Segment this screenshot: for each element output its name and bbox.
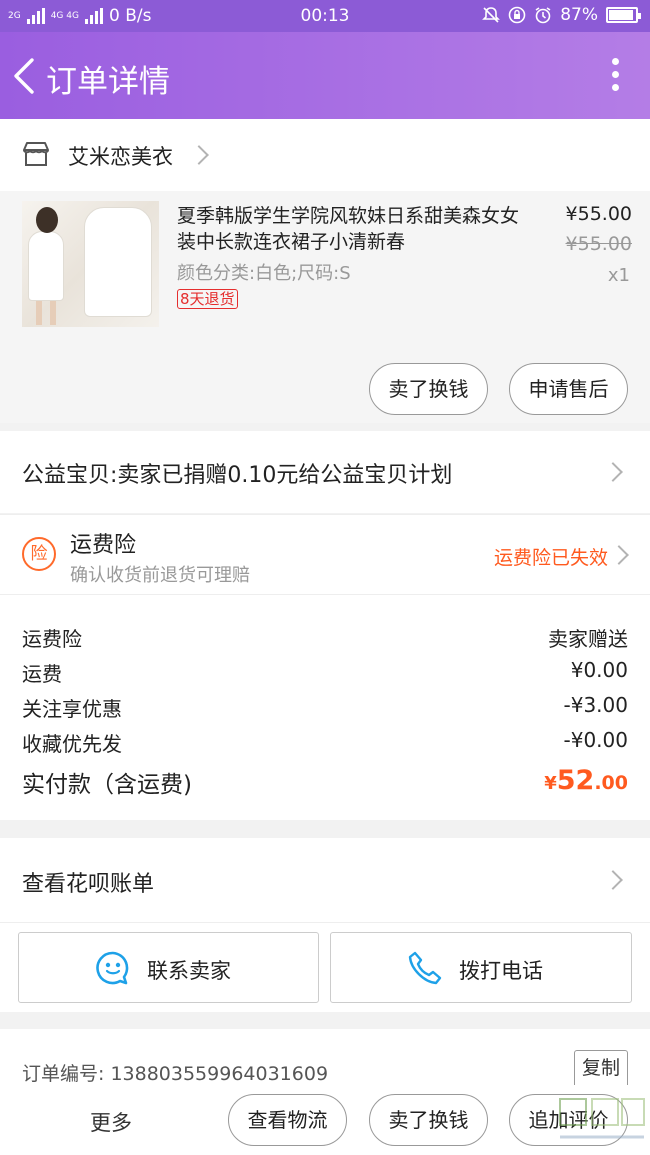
- call-label: 拨打电话: [459, 959, 543, 983]
- fee-summary: 运费险 卖家赠送 运费 ¥0.00 关注享优惠 -¥3.00 收藏优先发 -¥0…: [0, 594, 650, 820]
- contact-actions: 联系卖家 拨打电话: [0, 922, 650, 1012]
- product-quantity: x1: [607, 265, 630, 286]
- battery-icon: [606, 7, 641, 23]
- call-button[interactable]: 拨打电话: [330, 932, 632, 1003]
- more-menu-icon[interactable]: [610, 58, 620, 94]
- product-spec: 颜色分类:白色;尺码:S: [177, 263, 351, 284]
- contact-seller-label: 联系卖家: [147, 959, 231, 983]
- product-item: 夏季韩版学生学院风软妹日系甜美森女女装中长款连衣裙子小清新春 颜色分类:白色;尺…: [0, 191, 650, 423]
- page-title: 订单详情: [46, 64, 170, 100]
- contact-seller-button[interactable]: 联系卖家: [18, 932, 319, 1003]
- huabei-text: 查看花呗账单: [22, 872, 155, 897]
- status-bar: 2G 4G 4G 0 B/s 00:13 87%: [0, 0, 650, 32]
- total-integer: 52: [556, 765, 595, 796]
- sell-button[interactable]: 卖了换钱: [369, 363, 488, 415]
- huabei-bill-row[interactable]: 查看花呗账单: [0, 838, 650, 922]
- fee-row: 运费险 卖家赠送: [22, 623, 628, 653]
- order-number: 订单编号: 1388035599640316​09: [22, 1063, 329, 1085]
- chevron-right-icon: [189, 145, 209, 165]
- view-logistics-button[interactable]: 查看物流: [228, 1094, 347, 1146]
- shop-icon: [23, 142, 49, 166]
- product-title[interactable]: 夏季韩版学生学院风软妹日系甜美森女女装中长款连衣裙子小清新春: [177, 203, 522, 255]
- shipping-insurance-row[interactable]: 险 运费险 确认收货前退货可理赔 运费险已失效: [0, 514, 650, 594]
- charity-row[interactable]: 公益宝贝:卖家已捐赠0.10元给公益宝贝计划: [0, 431, 650, 513]
- insurance-icon: 险: [22, 537, 56, 571]
- fee-value: 卖家赠送: [548, 627, 628, 651]
- fee-value: ¥0.00: [570, 658, 628, 682]
- chevron-right-icon: [603, 462, 623, 482]
- chevron-right-icon: [603, 870, 623, 890]
- copy-button[interactable]: 复制: [574, 1050, 628, 1088]
- watermark-logo: [559, 1098, 645, 1139]
- back-arrow-icon[interactable]: [10, 54, 40, 98]
- fee-label: 收藏优先发: [22, 732, 122, 756]
- total-amount: ¥52.00: [544, 765, 628, 796]
- chat-bubble-icon: [96, 951, 129, 985]
- bottom-action-bar: 更多 查看物流 卖了换钱 追加评价: [0, 1085, 650, 1155]
- title-bar: 订单详情: [0, 32, 650, 119]
- total-decimal: .00: [594, 772, 628, 794]
- mute-icon: [482, 7, 501, 23]
- fee-row: 运费 ¥0.00: [22, 658, 628, 688]
- product-original-price: ¥55.00: [565, 233, 632, 255]
- total-currency: ¥: [544, 773, 557, 794]
- fee-label: 运费险: [22, 627, 82, 651]
- fee-label: 关注享优惠: [22, 697, 122, 721]
- more-button[interactable]: 更多: [90, 1107, 132, 1137]
- chevron-right-icon: [609, 545, 629, 565]
- fee-value: -¥3.00: [563, 693, 628, 717]
- product-image[interactable]: [22, 201, 159, 327]
- store-row[interactable]: 艾米恋美衣: [0, 119, 650, 191]
- insurance-status: 运费险已失效: [493, 547, 608, 569]
- insurance-subtitle: 确认收货前退货可理赔: [70, 565, 250, 586]
- lock-rotation-icon: [508, 6, 526, 24]
- alarm-icon: [535, 7, 551, 24]
- sell-again-button[interactable]: 卖了换钱: [369, 1094, 488, 1146]
- phone-icon: [408, 951, 442, 985]
- total-label: 实付款（含运费): [22, 772, 192, 798]
- fee-value: -¥0.00: [563, 728, 628, 752]
- return-policy-badge: 8天退货: [177, 289, 238, 309]
- battery-percent: 87%: [560, 5, 598, 25]
- total-row: 实付款（含运费) ¥52.00: [22, 765, 628, 805]
- after-sale-button[interactable]: 申请售后: [509, 363, 628, 415]
- charity-text: 公益宝贝:卖家已捐赠0.10元给公益宝贝计划: [22, 463, 453, 488]
- fee-row: 收藏优先发 -¥0.00: [22, 728, 628, 758]
- store-name: 艾米恋美衣: [68, 145, 173, 169]
- fee-label: 运费: [22, 662, 62, 686]
- fee-row: 关注享优惠 -¥3.00: [22, 693, 628, 723]
- insurance-title: 运费险: [70, 533, 137, 558]
- product-price: ¥55.00: [565, 203, 632, 225]
